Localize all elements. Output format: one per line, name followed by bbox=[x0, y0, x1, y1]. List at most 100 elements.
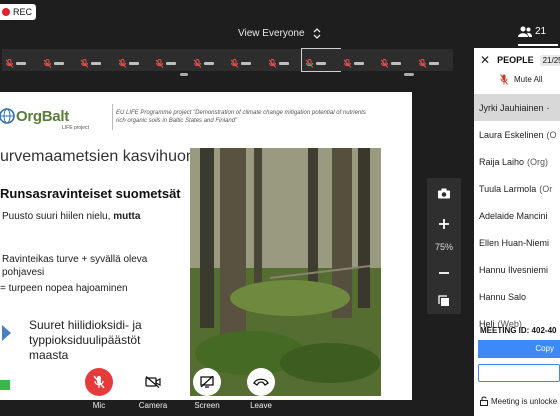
zoom-panel: 75% bbox=[427, 178, 461, 314]
plus-icon bbox=[439, 219, 449, 229]
participant-thumbnail[interactable] bbox=[301, 48, 341, 72]
mic-off-icon bbox=[118, 59, 126, 68]
thumbnail-name bbox=[241, 62, 251, 65]
slide-line-1-bold: mutta bbox=[113, 211, 141, 222]
mic-off-icon bbox=[193, 59, 201, 68]
participant-thumbnail-strip[interactable] bbox=[0, 48, 474, 77]
participant-name: Raija Laiho bbox=[479, 156, 525, 167]
participant-thumbnail[interactable] bbox=[189, 49, 228, 71]
people-count: 21 bbox=[535, 26, 547, 37]
leave-button-circle[interactable] bbox=[247, 368, 275, 396]
mic-off-icon bbox=[80, 59, 89, 68]
participant-item[interactable]: Hannu Ilvesniemi bbox=[474, 256, 560, 283]
participant-thumbnail[interactable] bbox=[414, 49, 453, 71]
participant-item[interactable]: Tuula Larmola (Or bbox=[474, 175, 560, 202]
forest-photo-image bbox=[190, 148, 381, 396]
slide-line-1-text: Puusto suuri hiilen nielu, bbox=[2, 211, 114, 222]
camera-button-circle[interactable] bbox=[139, 368, 167, 396]
participant-name: Tuula Larmola bbox=[479, 183, 537, 194]
phone-hangup-icon bbox=[253, 378, 269, 386]
thumbnail-name bbox=[203, 62, 214, 65]
participant-item[interactable]: Jyrki Jauhiainen - bbox=[474, 94, 560, 121]
mic-off-icon bbox=[5, 59, 14, 68]
thumbnail-name bbox=[353, 62, 364, 65]
screen-button-circle[interactable] bbox=[193, 368, 221, 396]
participant-role: (Org) bbox=[527, 156, 549, 167]
strip-scrollbar-end[interactable] bbox=[404, 73, 414, 76]
participant-thumbnail[interactable] bbox=[39, 49, 78, 71]
participant-thumbnail[interactable] bbox=[152, 49, 190, 71]
participant-name: Hannu Salo bbox=[479, 291, 527, 302]
meeting-window: REC View Everyone 21 OrgBalt LIFE projec… bbox=[0, 0, 560, 416]
screen-label: Screen bbox=[194, 401, 220, 410]
thumbnail-name bbox=[91, 62, 101, 65]
people-toggle-button[interactable]: 21 bbox=[518, 26, 558, 46]
arrow-bullet-icon bbox=[2, 325, 11, 341]
participant-thumbnail[interactable] bbox=[264, 49, 303, 71]
mic-off-icon bbox=[418, 59, 426, 68]
mic-off-icon bbox=[305, 59, 314, 68]
thumbnail-name bbox=[316, 62, 326, 65]
invite-button[interactable] bbox=[478, 364, 560, 382]
recording-badge: REC bbox=[0, 4, 37, 20]
mute-all-button[interactable]: Mute All bbox=[500, 74, 542, 85]
participant-list: Jyrki Jauhiainen - Laura Eskelinen (O Raija … bbox=[474, 94, 560, 337]
participant-role: (Or bbox=[539, 183, 553, 194]
slide-logo-text: OrgBalt bbox=[16, 108, 69, 125]
participant-item[interactable]: Adelaide Mancini bbox=[474, 202, 560, 229]
participant-thumbnail[interactable] bbox=[227, 49, 265, 71]
call-controls: Mic Camera Screen Leave bbox=[0, 368, 474, 416]
slide-heading: Runsasravinteiset suometsät bbox=[0, 186, 181, 201]
strip-scrollbar[interactable] bbox=[180, 73, 188, 76]
leave-label: Leave bbox=[250, 401, 272, 410]
close-icon[interactable]: ✕ bbox=[480, 53, 490, 67]
copy-window-icon bbox=[438, 295, 449, 306]
participant-item[interactable]: Hannu Salo bbox=[474, 283, 560, 310]
thumbnail-name bbox=[428, 62, 439, 65]
slide-line-2: Ravinteikas turve + syvällä oleva pohjav… bbox=[2, 254, 148, 278]
camera-label: Camera bbox=[138, 401, 168, 410]
zoom-in-button[interactable] bbox=[427, 211, 461, 237]
zoom-out-button[interactable] bbox=[427, 260, 461, 286]
screen-button[interactable]: Screen bbox=[192, 368, 222, 410]
mic-button[interactable]: Mic bbox=[84, 368, 114, 410]
people-panel: ✕ PEOPLE 21/251 Mute All Jyrki Jauhiaine… bbox=[474, 48, 560, 416]
camera-icon bbox=[438, 188, 450, 198]
participant-item[interactable]: Ellen Huan-Niemi bbox=[474, 229, 560, 256]
header-divider bbox=[112, 104, 113, 130]
participant-item[interactable]: Raija Laiho (Org) bbox=[474, 148, 560, 175]
view-everyone-selector[interactable]: View Everyone bbox=[238, 28, 321, 39]
unlock-icon bbox=[480, 396, 488, 406]
view-everyone-label: View Everyone bbox=[238, 28, 305, 39]
participant-thumbnail[interactable] bbox=[2, 49, 40, 71]
mic-button-circle[interactable] bbox=[85, 368, 113, 396]
mic-off-icon bbox=[93, 375, 105, 389]
participant-name: Adelaide Mancini bbox=[479, 210, 548, 221]
mic-off-icon bbox=[380, 59, 389, 68]
people-panel-count: 21/251 bbox=[539, 54, 560, 66]
mic-off-icon bbox=[230, 59, 239, 68]
participant-thumbnail[interactable] bbox=[77, 49, 115, 71]
mic-off-icon bbox=[268, 59, 276, 68]
participant-thumbnail[interactable] bbox=[377, 49, 415, 71]
participant-name: Ellen Huan-Niemi bbox=[479, 237, 550, 248]
camera-button[interactable]: Camera bbox=[138, 368, 168, 410]
snapshot-button[interactable] bbox=[427, 180, 461, 206]
orgbalt-logo-icon bbox=[0, 108, 15, 124]
participant-item[interactable]: Laura Eskelinen (O bbox=[474, 121, 560, 148]
participant-name: Hannu Ilvesniemi bbox=[479, 264, 549, 275]
leave-button[interactable]: Leave bbox=[246, 368, 276, 410]
meeting-lock-status: Meeting is unlocke bbox=[480, 396, 557, 406]
slide-line-4: Suuret hiilidioksidi- ja typpioksiduulip… bbox=[29, 318, 142, 362]
copy-button[interactable]: Copy bbox=[478, 340, 560, 358]
participant-thumbnail[interactable] bbox=[114, 49, 153, 71]
fit-screen-button[interactable] bbox=[427, 288, 461, 314]
people-panel-title: PEOPLE bbox=[497, 55, 534, 65]
meeting-id: MEETING ID: 402-40 bbox=[480, 326, 557, 335]
thumbnail-name bbox=[391, 62, 401, 65]
participant-name: Jyrki Jauhiainen bbox=[479, 102, 544, 113]
participant-thumbnail[interactable] bbox=[339, 49, 378, 71]
thumbnail-name bbox=[128, 62, 139, 65]
slide-project-text: EU LIFE Programme project "Demonstration… bbox=[116, 110, 366, 124]
mic-off-icon bbox=[155, 59, 164, 68]
